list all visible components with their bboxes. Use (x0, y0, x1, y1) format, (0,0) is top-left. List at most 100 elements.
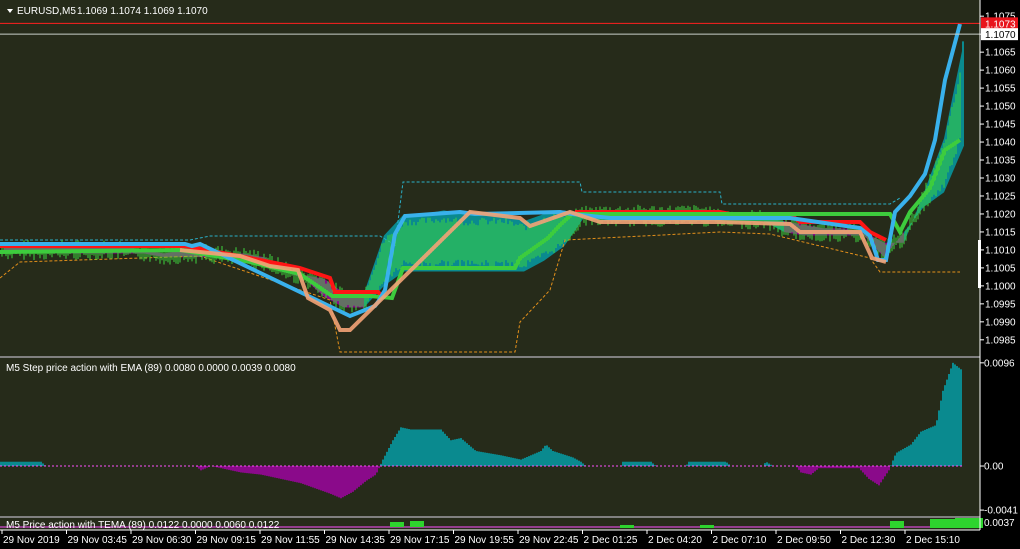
histogram-bar (468, 444, 470, 467)
histogram-bar (578, 460, 580, 467)
histogram-bar (366, 466, 368, 481)
histogram-bar (808, 466, 810, 475)
time-tick-label: 29 Nov 11:55 (261, 535, 320, 546)
histogram-bar (42, 463, 44, 467)
indicator-2-bar (955, 518, 983, 528)
histogram-bar (960, 369, 962, 467)
histogram-bar (536, 452, 538, 467)
histogram-bar (314, 466, 316, 489)
time-tick-label: 29 Nov 22:45 (519, 535, 579, 546)
histogram-bar (296, 466, 298, 483)
histogram-bar (904, 447, 906, 467)
histogram-bar (326, 466, 328, 493)
histogram-bar (500, 455, 502, 467)
price-tick-label: 1.1040 (985, 138, 1016, 149)
histogram-bar (474, 450, 476, 467)
histogram-bar (262, 466, 264, 476)
histogram-bar (932, 426, 934, 467)
histogram-bar (264, 466, 266, 476)
histogram-bar (956, 366, 958, 467)
band-fill (962, 41, 964, 146)
histogram-bar (2, 461, 4, 467)
histogram-bar (702, 461, 704, 467)
histogram-bar (830, 466, 832, 469)
indicator-2-tick-label: 0.0037 (984, 518, 1015, 529)
price-tick-label: 1.0990 (985, 317, 1016, 328)
histogram-bar (926, 429, 928, 467)
histogram-bar (920, 431, 922, 467)
chart-canvas[interactable]: EURUSD,M5 1.1069 1.1074 1.1069 1.1070 M5… (0, 0, 1020, 549)
histogram-bar (720, 461, 722, 467)
histogram-bar (392, 440, 394, 467)
histogram-bar (834, 466, 836, 469)
histogram-bar (408, 429, 410, 467)
histogram-bar (922, 430, 924, 467)
time-tick-label: 2 Dec 09:50 (777, 535, 831, 546)
histogram-bar (12, 461, 14, 467)
histogram-bar (16, 461, 18, 467)
histogram-bar (526, 456, 528, 467)
histogram-bar (540, 450, 542, 467)
histogram-bar (544, 445, 546, 467)
histogram-bar (418, 429, 420, 467)
histogram-bar (370, 466, 372, 478)
time-tick-label: 29 Nov 14:35 (326, 535, 386, 546)
price-tick-label: 1.1025 (985, 192, 1016, 203)
histogram-bar (552, 450, 554, 467)
histogram-bar (10, 461, 12, 467)
main-pane[interactable] (0, 0, 980, 356)
histogram-bar (636, 461, 638, 467)
indicator-2-axis: 0.0037 (984, 518, 1015, 529)
histogram-bar (938, 410, 940, 467)
price-tick-label: 1.1020 (985, 210, 1016, 221)
histogram-bar (688, 461, 690, 467)
histogram-bar (812, 466, 814, 474)
histogram-bar (528, 456, 530, 467)
histogram-bar (622, 461, 624, 467)
histogram-bar (350, 466, 352, 493)
histogram-bar (36, 461, 38, 467)
histogram-bar (862, 466, 864, 473)
histogram-bar (362, 466, 364, 484)
histogram-bar (272, 466, 274, 478)
histogram-bar (376, 466, 378, 473)
histogram-bar (432, 429, 434, 467)
histogram-bar (292, 466, 294, 482)
time-tick-label: 2 Dec 15:10 (906, 535, 960, 546)
histogram-bar (576, 459, 578, 467)
histogram-bar (288, 466, 290, 481)
histogram-bar (298, 466, 300, 483)
histogram-bar (634, 461, 636, 467)
histogram-bar (722, 461, 724, 467)
histogram-bar (324, 466, 326, 492)
histogram-bar (200, 466, 202, 471)
indicator-1-title: M5 Step price action with EMA (89) 0.008… (6, 363, 296, 374)
histogram-bar (914, 439, 916, 467)
price-tick-label: 1.1035 (985, 156, 1016, 167)
indicator-1-tick-label: -0.0041 (984, 506, 1018, 517)
histogram-bar (816, 466, 818, 470)
histogram-bar (448, 438, 450, 467)
histogram-bar (472, 448, 474, 467)
price-tick-label: 1.1000 (985, 281, 1016, 292)
histogram-bar (26, 461, 28, 467)
histogram-bar (332, 466, 334, 495)
histogram-bar (564, 454, 566, 467)
indicator-2-bar (410, 521, 424, 527)
indicator-2-bar (700, 525, 714, 528)
indicator-pane-1[interactable] (0, 358, 980, 516)
histogram-bar (944, 385, 946, 467)
histogram-bar (936, 420, 938, 467)
histogram-bar (266, 466, 268, 476)
histogram-bar (548, 447, 550, 467)
histogram-bar (630, 461, 632, 467)
histogram-bar (424, 429, 426, 467)
histogram-bar (32, 461, 34, 467)
histogram-bar (860, 466, 862, 471)
histogram-bar (550, 449, 552, 467)
histogram-bar (896, 452, 898, 467)
time-tick-label: 29 Nov 09:15 (197, 535, 257, 546)
histogram-bar (626, 461, 628, 467)
histogram-bar (284, 466, 286, 480)
histogram-bar (838, 466, 840, 469)
